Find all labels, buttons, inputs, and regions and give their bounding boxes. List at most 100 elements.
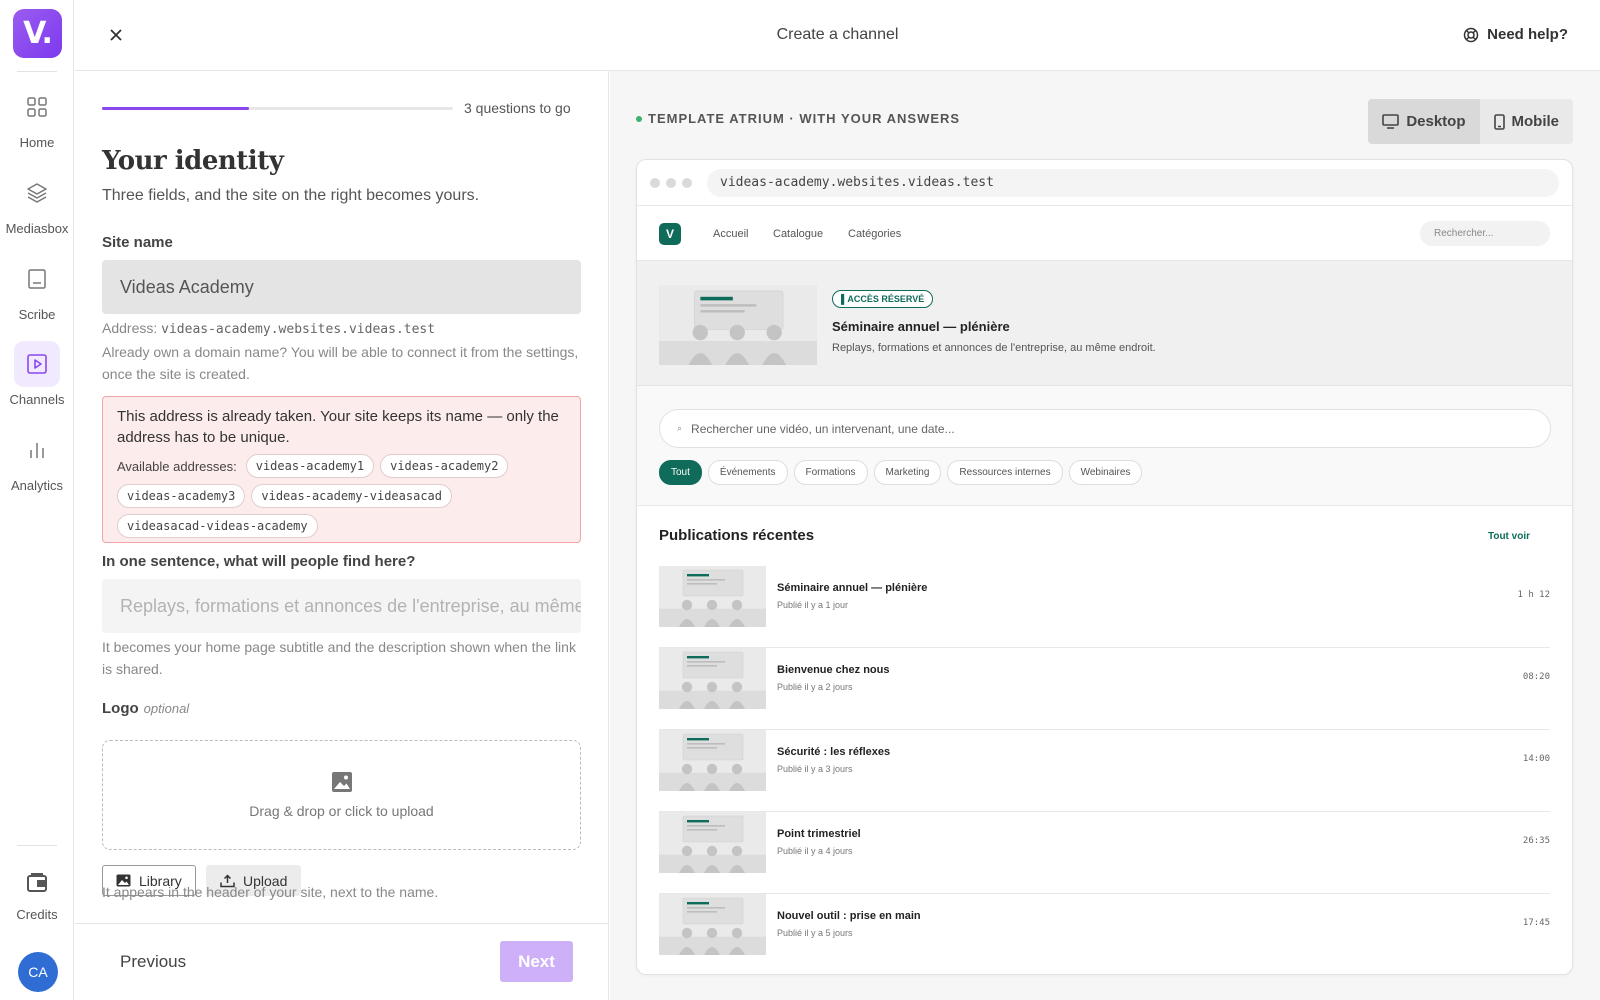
category-pill: Ressources internes [947,460,1063,485]
rail-divider [17,71,57,72]
logo-dropzone[interactable]: Drag & drop or click to upload [102,740,581,850]
recent-publications: Publications récentes Tout voir Séminair… [637,506,1572,974]
publication-row: Nouvel outil : prise en main Publié il y… [659,894,1550,974]
publication-duration: 1 h 12 [1517,590,1550,600]
device-toggle: Desktop Mobile [1368,99,1573,144]
category-pills: Tout Événements Formations Marketing Res… [659,460,1143,485]
address-suggestion-chip[interactable]: videasacad-videas-academy [117,514,318,538]
progress-fill [102,107,250,110]
next-button[interactable]: Next [500,941,573,982]
publication-meta: Publié il y a 1 jour [777,600,849,610]
publication-duration: 14:00 [1522,754,1550,764]
preview-url: videas-academy.websites.videas.test [707,168,1559,197]
site-name-input[interactable]: Videas Academy [102,260,581,314]
badge-text: ACCÈS RÉSERVÉ [847,294,925,304]
monitor-icon [1382,114,1400,129]
site-nav-link: Catalogue [773,228,824,240]
publication-meta: Publié il y a 5 jours [777,928,853,938]
rail-item-home[interactable]: Home [0,84,74,150]
category-pill: Formations [793,460,868,485]
site-filters: ⌕ Rechercher une vidéo, un intervenant, … [637,386,1572,506]
site-name-label: Site name [102,234,173,251]
avatar[interactable]: CA [18,952,58,992]
app-logo[interactable]: V. [13,9,62,58]
desktop-toggle[interactable]: Desktop [1368,99,1480,144]
site-hero: ▌ACCÈS RÉSERVÉ Séminaire annuel — pléniè… [637,261,1572,386]
logo-hint: It appears in the header of your site, n… [102,884,439,900]
address-prefix: Address: [102,320,162,336]
rail-item-mediasbox[interactable]: Mediasbox [0,170,74,236]
publication-thumbnail [659,566,766,627]
sentence-label: In one sentence, what will people find h… [102,553,416,570]
rail-item-scribe[interactable]: Scribe [0,256,74,322]
desktop-label: Desktop [1406,113,1466,130]
publication-row: Séminaire annuel — plénière Publié il y … [659,566,1550,648]
site-preview-frame: videas-academy.websites.videas.test V Ac… [636,159,1573,975]
publication-title: Séminaire annuel — plénière [777,582,928,594]
previous-button[interactable]: Previous [120,952,186,972]
address-suggestion-chip[interactable]: videas-academy-videasacad [251,484,452,508]
lifebuoy-icon [1463,27,1479,42]
recent-header: Publications récentes Tout voir [659,506,1550,566]
window-dot [650,177,660,188]
address-suggestions: Available addresses: videas-academy1 vid… [117,454,566,538]
grid-icon [14,84,60,130]
available-label: Available addresses: [117,458,237,474]
rail-item-analytics[interactable]: Analytics [0,427,74,493]
rail-label: Mediasbox [5,221,69,236]
access-badge: ▌ACCÈS RÉSERVÉ [832,290,934,308]
publication-meta: Publié il y a 3 jours [777,764,853,774]
address-suggestion-chip[interactable]: videas-academy3 [117,484,246,508]
questions-left: 3 questions to go [464,100,571,116]
sentence-hint: It becomes your home page subtitle and t… [102,639,576,677]
recent-title: Publications récentes [659,527,815,544]
publication-thumbnail [659,730,766,791]
publication-row: Point trimestriel Publié il y a 4 jours … [659,812,1550,894]
site-big-search: ⌕ Rechercher une vidéo, un intervenant, … [659,409,1551,448]
publication-title: Point trimestriel [777,828,861,840]
publication-row: Bienvenue chez nous Publié il y a 2 jour… [659,648,1550,730]
status-dot [636,115,642,122]
publication-title: Sécurité : les réflexes [777,746,891,758]
bar-chart-icon [14,427,60,473]
publication-thumbnail [659,812,766,873]
sentence-input[interactable]: Replays, formations et annonces de l'ent… [102,579,581,633]
category-pill: Tout [659,460,702,485]
left-rail: V. Home Mediasbox Scribe Channels Analyt… [0,0,74,1000]
rail-item-credits[interactable]: Credits [0,864,74,922]
logo-label-text: Logo [102,700,139,717]
category-pill: Événements [707,460,788,485]
see-all-link: Tout voir [1487,531,1530,542]
domain-note: Already own a domain name? You will be a… [102,344,579,382]
logo-label: Logo optional [102,700,189,717]
category-pill: Marketing [873,460,942,485]
help-button[interactable]: Need help? [1463,26,1568,43]
rail-label: Channels [9,392,65,407]
hero-description: Replays, formations et annonces de l'ent… [832,342,1156,354]
section-subtitle: Three fields, and the site on the right … [102,187,480,204]
progress-bar [102,107,453,110]
category-pill: Webinaires [1068,460,1143,485]
mobile-toggle[interactable]: Mobile [1480,99,1574,144]
hero-thumbnail [659,285,817,365]
site-nav-link: Accueil [713,228,749,240]
play-square-icon [14,341,60,387]
address-hint: Address: videas-academy.websites.videas.… [102,317,581,385]
rail-label: Credits [16,907,58,922]
form-panel: 3 questions to go Your identity Three fi… [75,71,609,1000]
big-search-placeholder: Rechercher une vidéo, un intervenant, un… [691,421,955,436]
preview-panel: TEMPLATE ATRIUM · WITH YOUR ANSWERS Desk… [610,71,1600,1000]
template-label: TEMPLATE ATRIUM · WITH YOUR ANSWERS [636,111,960,126]
address-suggestion-chip[interactable]: videas-academy2 [380,454,509,478]
rail-item-channels[interactable]: Channels [0,341,74,407]
template-label-text: TEMPLATE ATRIUM · WITH YOUR ANSWERS [648,111,961,126]
site-nav-link: Catégories [848,228,902,240]
site-search: Rechercher... [1420,221,1550,246]
rail-label: Analytics [10,478,64,493]
site-nav: V Accueil Catalogue Catégories Recherche… [637,206,1572,261]
address-value: videas-academy.websites.videas.test [161,322,436,337]
help-label: Need help? [1487,26,1568,43]
image-icon [331,772,352,792]
address-suggestion-chip[interactable]: videas-academy1 [245,454,375,478]
site-logo: V [659,223,681,245]
